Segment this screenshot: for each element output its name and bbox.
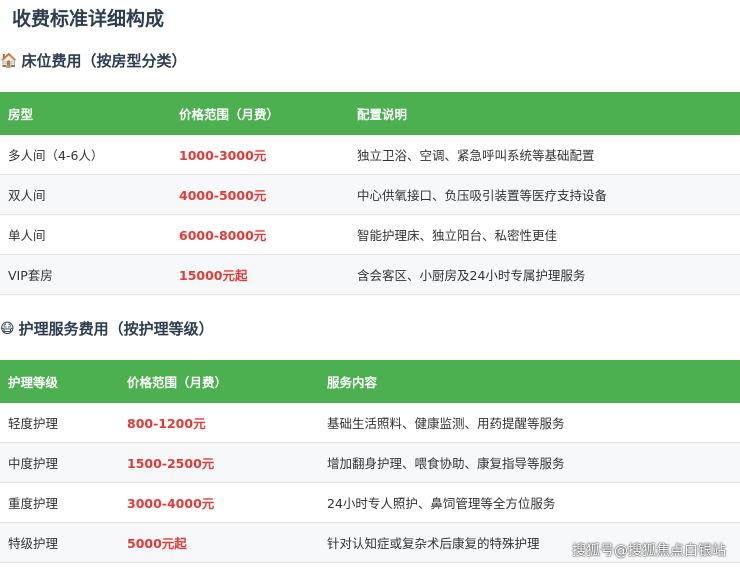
table-row: 轻度护理 800-1200元 基础生活照料、健康监测、用药提醒等服务: [0, 403, 740, 443]
row-label: 轻度护理: [0, 403, 119, 443]
description: 智能护理床、独立阳台、私密性更佳: [349, 214, 740, 255]
price-range: 3000-4000元: [119, 482, 319, 523]
price-range: 1500-2500元: [119, 442, 319, 483]
column-header: 服务内容: [319, 360, 740, 403]
description: 中心供氧接口、负压吸引装置等医疗支持设备: [349, 174, 740, 215]
price-range: 6000-8000元: [171, 214, 349, 255]
table-row: 重度护理 3000-4000元 24小时专人照护、鼻饲管理等全方位服务: [0, 482, 740, 523]
description: 独立卫浴、空调、紧急呼叫系统等基础配置: [349, 135, 740, 175]
table-row: 多人间（4-6人） 1000-3000元 独立卫浴、空调、紧急呼叫系统等基础配置: [0, 135, 740, 175]
care-fee-heading-text: 护理服务费用（按护理等级）: [18, 320, 214, 338]
row-label: 重度护理: [0, 482, 119, 523]
column-header: 护理等级: [0, 360, 119, 403]
price-range: 800-1200元: [119, 403, 319, 443]
face-mask-icon: 😷: [0, 320, 15, 337]
house-icon: 🏠: [0, 52, 18, 69]
care-fee-heading: 😷 护理服务费用（按护理等级）: [0, 318, 214, 339]
bed-fee-heading: 🏠 床位费用（按房型分类）: [0, 50, 186, 71]
column-header: 房型: [0, 92, 171, 135]
description: 基础生活照料、健康监测、用药提醒等服务: [319, 403, 740, 443]
row-label: 中度护理: [0, 442, 119, 483]
page-title: 收费标准详细构成: [12, 8, 165, 30]
description: 24小时专人照护、鼻饲管理等全方位服务: [319, 482, 740, 523]
description: 增加翻身护理、喂食协助、康复指导等服务: [319, 442, 740, 483]
column-header: 配置说明: [349, 92, 740, 135]
bed-fee-heading-text: 床位费用（按房型分类）: [21, 52, 187, 70]
table-row: 中度护理 1500-2500元 增加翻身护理、喂食协助、康复指导等服务: [0, 442, 740, 483]
description: 含会客区、小厨房及24小时专属护理服务: [349, 254, 740, 295]
column-header: 价格范围（月费）: [171, 92, 349, 135]
care-fee-table: 护理等级 价格范围（月费） 服务内容 轻度护理 800-1200元 基础生活照料、健…: [0, 360, 740, 563]
column-header: 价格范围（月费）: [119, 360, 319, 403]
price-range: 15000元起: [171, 254, 349, 295]
price-range: 4000-5000元: [171, 174, 349, 215]
price-range: 1000-3000元: [171, 135, 349, 175]
row-label: VIP套房: [0, 254, 171, 295]
row-label: 单人间: [0, 214, 171, 255]
bed-fee-table: 房型 价格范围（月费） 配置说明 多人间（4-6人） 1000-3000元 独立卫浴…: [0, 92, 740, 295]
row-label: 特级护理: [0, 522, 119, 563]
price-range: 5000元起: [119, 522, 319, 563]
watermark: 搜狐号@搜狐焦点白银站: [572, 543, 726, 559]
row-label: 双人间: [0, 174, 171, 215]
row-label: 多人间（4-6人）: [0, 135, 171, 175]
table-row: 单人间 6000-8000元 智能护理床、独立阳台、私密性更佳: [0, 214, 740, 255]
table-row: 双人间 4000-5000元 中心供氧接口、负压吸引装置等医疗支持设备: [0, 174, 740, 215]
table-row: VIP套房 15000元起 含会客区、小厨房及24小时专属护理服务: [0, 254, 740, 295]
